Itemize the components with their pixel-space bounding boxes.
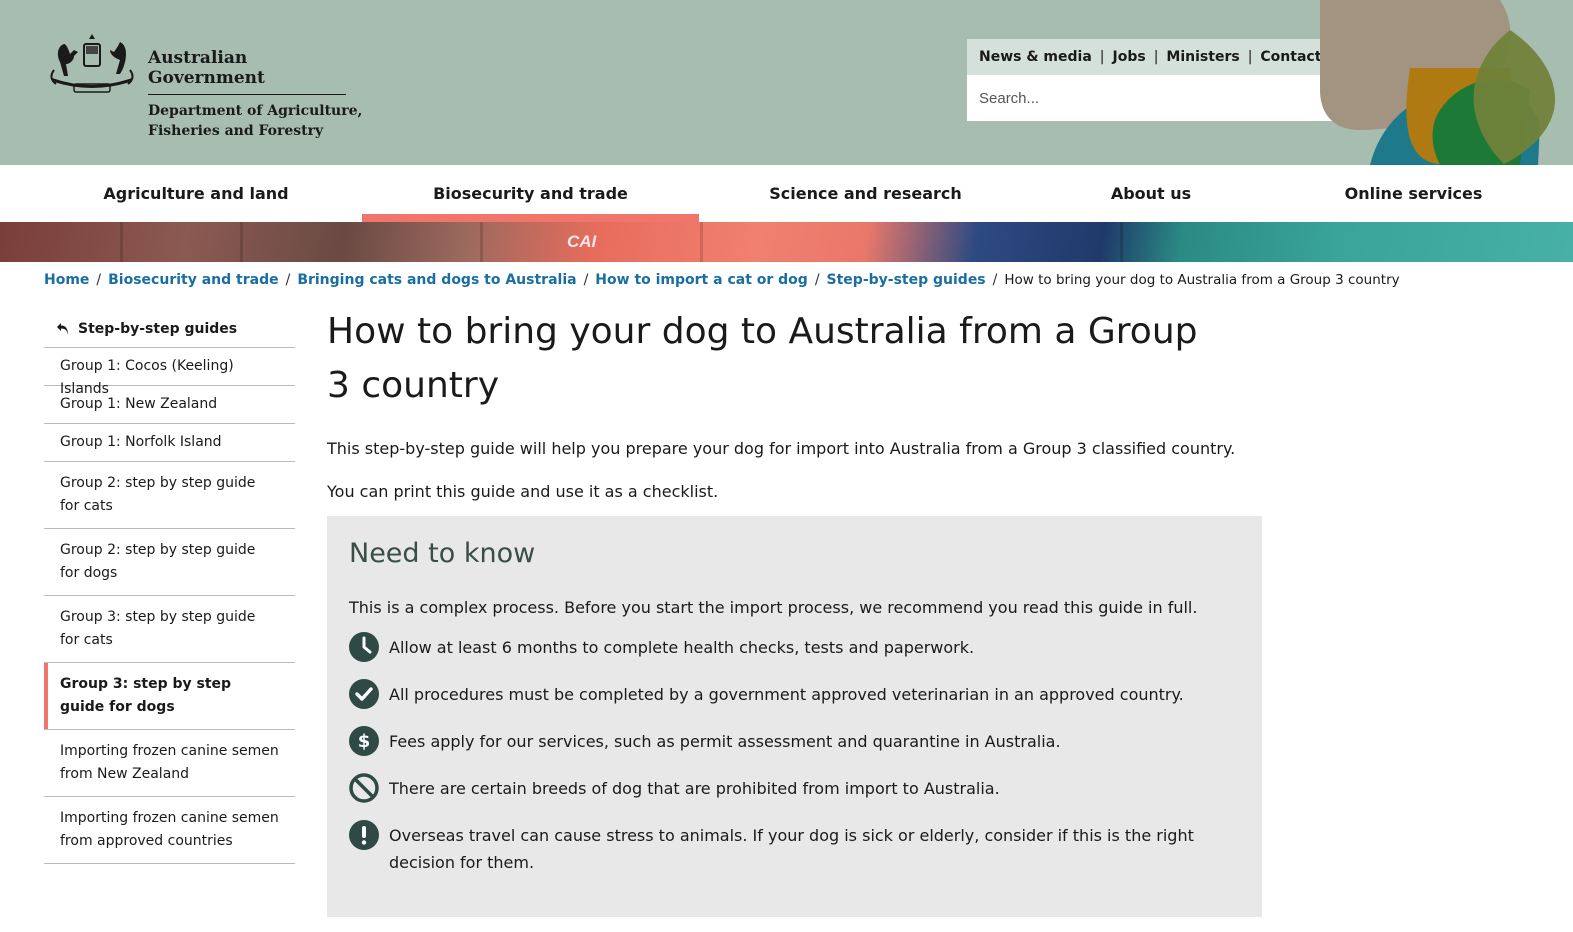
ministers-link[interactable]: Ministers bbox=[1166, 49, 1239, 65]
search-input[interactable] bbox=[979, 89, 1319, 107]
need-to-know-title: Need to know bbox=[349, 538, 536, 569]
check-icon bbox=[349, 679, 379, 709]
sidebar-item-group1-norfolk[interactable]: Group 1: Norfolk Island bbox=[44, 424, 295, 462]
print-note: You can print this guide and use it as a… bbox=[327, 482, 719, 501]
news-media-link[interactable]: News & media bbox=[979, 49, 1092, 65]
sidebar-item-semen-new-zealand[interactable]: Importing frozen canine semen from New Z… bbox=[44, 730, 295, 797]
banner-stripe bbox=[700, 222, 703, 262]
dollar-icon: $ bbox=[349, 726, 379, 756]
department-name-line2: Fisheries and Forestry bbox=[148, 123, 324, 139]
prohibited-icon bbox=[349, 773, 379, 803]
banner-stripe bbox=[240, 222, 243, 262]
list-item: There are certain breeds of dog that are… bbox=[349, 773, 1240, 803]
banner-stripe bbox=[1120, 222, 1123, 262]
jobs-link[interactable]: Jobs bbox=[1113, 49, 1146, 65]
clock-icon bbox=[349, 632, 379, 662]
department-name-line1: Department of Agriculture, bbox=[148, 103, 363, 119]
list-item-text: There are certain breeds of dog that are… bbox=[389, 779, 1000, 798]
breadcrumb-home[interactable]: Home bbox=[44, 272, 89, 288]
breadcrumb-separator: / bbox=[96, 272, 102, 288]
exclamation-icon bbox=[349, 820, 379, 850]
nav-agriculture-and-land[interactable]: Agriculture and land bbox=[30, 165, 362, 222]
separator: | bbox=[1153, 49, 1159, 65]
breadcrumb-separator: / bbox=[814, 272, 820, 288]
hero-banner-image: CAI bbox=[0, 222, 1573, 262]
sidebar-item-semen-approved-countries[interactable]: Importing frozen canine semen from appro… bbox=[44, 797, 295, 864]
breadcrumb-how-to-import[interactable]: How to import a cat or dog bbox=[595, 272, 808, 288]
breadcrumb-bringing-cats-and-dogs[interactable]: Bringing cats and dogs to Australia bbox=[297, 272, 576, 288]
list-item: Overseas travel can cause stress to anim… bbox=[349, 820, 1240, 876]
list-item-text: All procedures must be completed by a go… bbox=[389, 685, 1184, 704]
page-title: How to bring your dog to Australia from … bbox=[327, 311, 1198, 406]
sidebar-back-label: Step-by-step guides bbox=[78, 320, 238, 337]
list-item-text: Fees apply for our services, such as per… bbox=[389, 732, 1061, 751]
breadcrumb-separator: / bbox=[285, 272, 291, 288]
main-content: How to bring your dog to Australia from … bbox=[327, 305, 1262, 504]
government-logo[interactable]: Australian Government Department of Agri… bbox=[44, 30, 362, 141]
banner-stripe bbox=[480, 222, 483, 262]
separator: | bbox=[1099, 49, 1105, 65]
need-to-know-list: Allow at least 6 months to complete heal… bbox=[349, 632, 1240, 876]
department-name: Department of Agriculture, Fisheries and… bbox=[148, 101, 362, 141]
sidebar-item-group1-cocos[interactable]: Group 1: Cocos (Keeling) Islands bbox=[44, 348, 295, 397]
breadcrumb-separator: / bbox=[583, 272, 589, 288]
breadcrumb-step-by-step-guides[interactable]: Step-by-step guides bbox=[827, 272, 986, 288]
banner-stripe bbox=[120, 222, 123, 262]
need-to-know-lead: This is a complex process. Before you st… bbox=[349, 598, 1198, 617]
government-name: Australian Government bbox=[148, 48, 346, 95]
sidebar-item-group2-dogs[interactable]: Group 2: step by step guide for dogs bbox=[44, 529, 295, 596]
sidebar-item-group2-cats[interactable]: Group 2: step by step guide for cats bbox=[44, 462, 295, 529]
nav-biosecurity-and-trade[interactable]: Biosecurity and trade bbox=[362, 165, 699, 222]
sidebar-item-group3-dogs[interactable]: Group 3: step by step guide for dogs bbox=[44, 663, 295, 730]
breadcrumb-current: How to bring your dog to Australia from … bbox=[1004, 272, 1400, 288]
list-item-text: Allow at least 6 months to complete heal… bbox=[389, 638, 975, 657]
sidebar-back-link[interactable]: Step-by-step guides bbox=[44, 310, 295, 348]
list-item-text: Overseas travel can cause stress to anim… bbox=[389, 826, 1194, 872]
separator: | bbox=[1247, 49, 1253, 65]
breadcrumb-biosecurity-and-trade[interactable]: Biosecurity and trade bbox=[108, 272, 278, 288]
nav-online-services[interactable]: Online services bbox=[1270, 165, 1557, 222]
container-logo: CAI bbox=[567, 232, 597, 251]
sidebar-navigation: Step-by-step guides Group 1: Cocos (Keel… bbox=[44, 310, 295, 864]
nav-about-us[interactable]: About us bbox=[1032, 165, 1270, 222]
intro-text: This step-by-step guide will help you pr… bbox=[327, 439, 1236, 458]
decorative-leaves bbox=[1320, 0, 1556, 165]
svg-text:$: $ bbox=[358, 731, 371, 752]
main-navigation: Agriculture and land Biosecurity and tra… bbox=[0, 165, 1573, 222]
list-item: Allow at least 6 months to complete heal… bbox=[349, 632, 1240, 662]
nav-science-and-research[interactable]: Science and research bbox=[699, 165, 1032, 222]
breadcrumb: Home / Biosecurity and trade / Bringing … bbox=[44, 272, 1400, 288]
sidebar-item-group1-new-zealand[interactable]: Group 1: New Zealand bbox=[44, 386, 295, 424]
sidebar-item-group3-cats[interactable]: Group 3: step by step guide for cats bbox=[44, 596, 295, 663]
list-item: All procedures must be completed by a go… bbox=[349, 679, 1240, 709]
list-item: $ Fees apply for our services, such as p… bbox=[349, 726, 1240, 756]
breadcrumb-separator: / bbox=[992, 272, 998, 288]
coat-of-arms-icon bbox=[50, 34, 134, 93]
need-to-know-box: Need to know This is a complex process. … bbox=[327, 516, 1262, 917]
site-header: Australian Government Department of Agri… bbox=[0, 0, 1573, 165]
back-arrow-icon bbox=[56, 322, 70, 336]
